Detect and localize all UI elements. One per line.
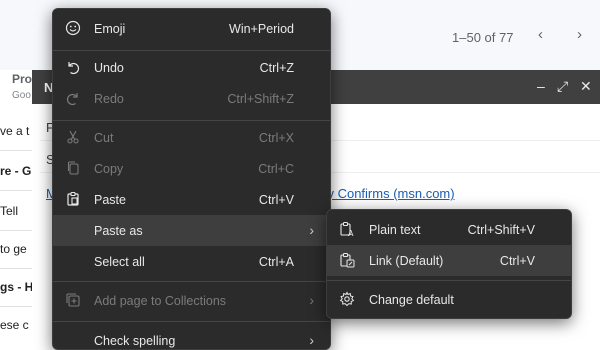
svg-text:A: A bbox=[348, 229, 354, 237]
email-row-fragment[interactable]: ese c bbox=[0, 318, 29, 332]
menu-item-shortcut: Ctrl+V bbox=[258, 193, 294, 207]
compose-subject-sub: Goo bbox=[12, 90, 31, 101]
menu-item-redo: Redo Ctrl+Shift+Z bbox=[53, 83, 330, 114]
submenu-item-label: Change default bbox=[369, 293, 454, 307]
menu-item-check-spelling[interactable]: Check spelling › bbox=[53, 325, 330, 349]
menu-item-copy: Copy Ctrl+C bbox=[53, 153, 330, 184]
email-row-fragment[interactable]: Tell bbox=[0, 204, 18, 218]
emoji-icon bbox=[65, 20, 81, 36]
menu-item-undo[interactable]: Undo Ctrl+Z bbox=[53, 52, 330, 83]
chevron-right-icon[interactable]: › bbox=[577, 26, 582, 43]
menu-item-label: Cut bbox=[94, 131, 114, 145]
menu-item-paste[interactable]: Paste Ctrl+V bbox=[53, 184, 330, 215]
minimize-icon[interactable]: – bbox=[537, 78, 545, 94]
copy-icon bbox=[65, 160, 81, 176]
menu-separator bbox=[53, 120, 330, 121]
expand-icon[interactable]: ⤢ bbox=[557, 78, 568, 95]
menu-item-label: Copy bbox=[94, 162, 124, 176]
collections-icon bbox=[65, 292, 81, 308]
menu-item-label: Paste bbox=[94, 193, 126, 207]
menu-separator bbox=[53, 321, 330, 322]
menu-item-label: Emoji bbox=[94, 22, 126, 36]
menu-item-shortcut: Ctrl+Shift+Z bbox=[227, 92, 294, 106]
redo-icon bbox=[65, 90, 81, 106]
chevron-right-icon: › bbox=[309, 222, 314, 238]
menu-item-shortcut: Ctrl+Z bbox=[259, 61, 294, 75]
compose-subject-fragment: Pro bbox=[12, 72, 33, 86]
menu-item-label: Select all bbox=[94, 255, 145, 269]
paste-as-submenu: A Plain text Ctrl+Shift+V Link (Default)… bbox=[326, 209, 572, 319]
submenu-item-change-default[interactable]: Change default bbox=[327, 284, 571, 315]
undo-icon bbox=[65, 59, 81, 75]
submenu-item-shortcut: Ctrl+V bbox=[499, 254, 535, 268]
chevron-left-icon[interactable]: ‹ bbox=[538, 26, 543, 43]
menu-item-label: Undo bbox=[94, 61, 124, 75]
submenu-item-shortcut: Ctrl+Shift+V bbox=[467, 223, 535, 237]
submenu-item-plain-text[interactable]: A Plain text Ctrl+Shift+V bbox=[327, 214, 571, 245]
menu-item-paste-as[interactable]: Paste as › bbox=[53, 215, 330, 246]
menu-item-label: Paste as bbox=[94, 224, 143, 238]
menu-separator bbox=[327, 280, 571, 281]
menu-separator bbox=[53, 281, 330, 282]
menu-item-shortcut: Ctrl+C bbox=[258, 162, 294, 176]
submenu-item-link-default[interactable]: Link (Default) Ctrl+V bbox=[327, 245, 571, 276]
gear-icon bbox=[339, 291, 355, 307]
close-icon[interactable]: ✕ bbox=[580, 78, 592, 95]
menu-item-shortcut: Ctrl+A bbox=[258, 255, 294, 269]
menu-item-select-all[interactable]: Select all Ctrl+A bbox=[53, 246, 330, 277]
cut-icon bbox=[65, 129, 81, 145]
menu-item-add-to-collections: Add page to Collections › bbox=[53, 285, 330, 316]
chevron-right-icon: › bbox=[309, 292, 314, 308]
email-row-fragment[interactable]: re - G bbox=[0, 164, 31, 178]
submenu-item-label: Link (Default) bbox=[369, 254, 444, 268]
chevron-right-icon: › bbox=[309, 332, 314, 348]
pagination-text: 1–50 of 77 bbox=[452, 30, 514, 45]
context-menu: Emoji Win+Period Undo Ctrl+Z Redo Ctrl+S… bbox=[52, 8, 331, 350]
email-row-fragment[interactable]: to ge bbox=[0, 242, 27, 256]
body-link[interactable]: ody Confirms (msn.com) bbox=[313, 186, 455, 201]
link-paste-icon bbox=[339, 252, 355, 268]
submenu-item-label: Plain text bbox=[369, 223, 421, 237]
plain-text-icon: A bbox=[339, 221, 355, 238]
menu-item-emoji[interactable]: Emoji Win+Period bbox=[53, 13, 330, 44]
email-row-fragment[interactable]: ve a t bbox=[0, 124, 29, 138]
email-row-fragment[interactable]: gs - H bbox=[0, 280, 33, 294]
menu-separator bbox=[53, 50, 330, 51]
menu-item-label: Check spelling bbox=[94, 334, 176, 348]
menu-item-shortcut: Ctrl+X bbox=[258, 131, 294, 145]
menu-item-label: Add page to Collections bbox=[94, 294, 227, 308]
menu-item-label: Redo bbox=[94, 92, 124, 106]
menu-item-cut: Cut Ctrl+X bbox=[53, 122, 330, 153]
menu-item-shortcut: Win+Period bbox=[229, 22, 294, 36]
paste-icon bbox=[65, 191, 81, 207]
